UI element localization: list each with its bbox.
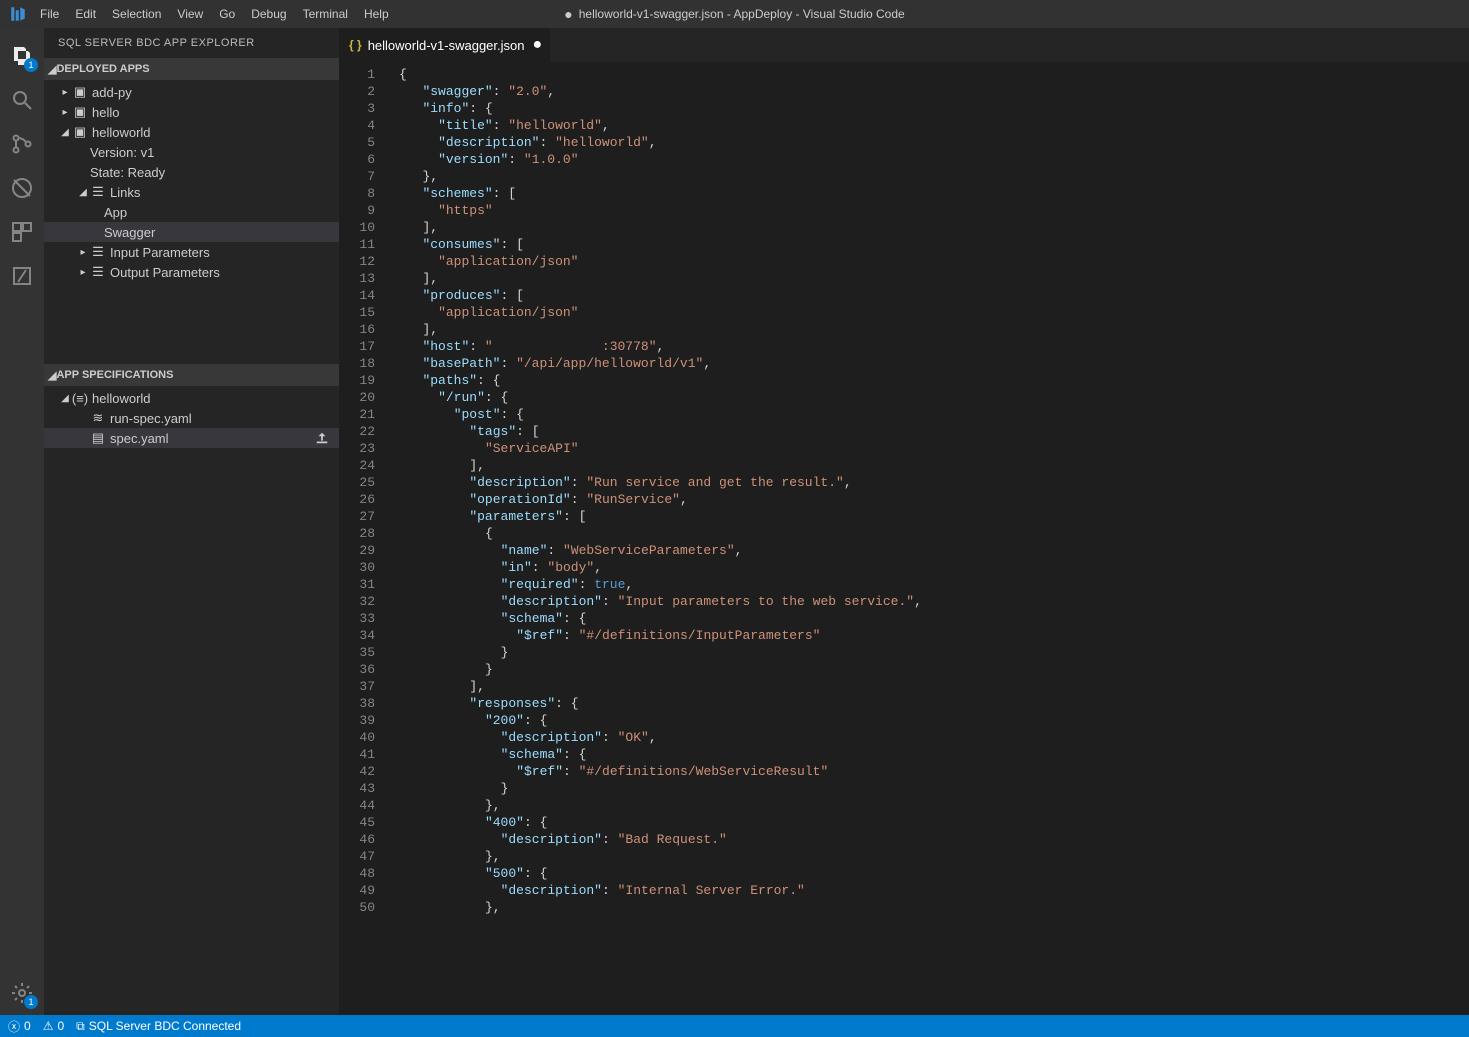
chevron-right-icon: ▸ [76,267,90,278]
activity-search[interactable] [0,78,44,122]
menu-file[interactable]: File [32,3,67,25]
yaml-file-icon: ≋ [90,410,106,426]
status-warning-count: 0 [57,1019,64,1033]
app-icon: ▣ [72,104,88,120]
sidebar: SQL SERVER BDC APP EXPLORER ◢ DEPLOYED A… [44,28,339,1015]
section-specs-label: APP SPECIFICATIONS [56,369,173,381]
status-connection[interactable]: ⧉ SQL Server BDC Connected [76,1019,241,1034]
code-content[interactable]: { "swagger": "2.0", "info": { "title": "… [389,62,1469,1015]
menu-view[interactable]: View [169,3,211,25]
chevron-down-icon: ◢ [48,63,56,76]
tree-item-add-py[interactable]: ▸ ▣ add-py [44,82,339,102]
activity-extensions[interactable] [0,210,44,254]
sidebar-title: SQL SERVER BDC APP EXPLORER [44,28,339,58]
tree-item-spec-helloworld[interactable]: ◢ (≡) helloworld [44,388,339,408]
status-errors[interactable]: ⓧ 0 [8,1018,31,1035]
yaml-file-icon: ▤ [90,430,106,446]
tree-item-spec-yaml[interactable]: ▤ spec.yaml [44,428,339,448]
chevron-down-icon: ◢ [76,187,90,198]
status-connection-text: SQL Server BDC Connected [89,1019,241,1033]
error-icon: ⓧ [8,1018,20,1035]
menu-help[interactable]: Help [356,3,397,25]
activity-bar: 1 1 [0,28,44,1015]
dirty-indicator-icon: ● [564,6,572,22]
chevron-down-icon: ◢ [58,393,72,404]
tab-dirty-icon: ● [533,36,543,54]
chevron-right-icon: ▸ [58,87,72,98]
chevron-down-icon: ◢ [58,127,72,138]
tree-item-input-params[interactable]: ▸ ☰ Input Parameters [44,242,339,262]
window-title-text: helloworld-v1-swagger.json - AppDeploy -… [579,7,905,21]
activity-debug[interactable] [0,166,44,210]
app-icon: ▣ [72,84,88,100]
activity-scm[interactable] [0,122,44,166]
tree-item-helloworld[interactable]: ◢ ▣ helloworld [44,122,339,142]
list-icon: ☰ [90,244,106,260]
section-app-specs[interactable]: ◢ APP SPECIFICATIONS [44,364,339,386]
tree-item-link-app[interactable]: App [44,202,339,222]
json-file-icon: { } [349,38,362,52]
tree-item-output-params[interactable]: ▸ ☰ Output Parameters [44,262,339,282]
editor-group: { } helloworld-v1-swagger.json ● 1234567… [339,28,1469,1015]
menu-selection[interactable]: Selection [104,3,169,25]
namespace-icon: (≡) [72,391,88,406]
explorer-badge: 1 [24,58,38,72]
status-error-count: 0 [24,1019,31,1033]
app-icon: ▣ [72,124,88,140]
deploy-action-icon[interactable] [315,431,339,445]
section-deployed-apps[interactable]: ◢ DEPLOYED APPS [44,58,339,80]
chevron-down-icon: ◢ [48,369,56,382]
tab-bar: { } helloworld-v1-swagger.json ● [339,28,1469,62]
tree-item-version[interactable]: Version: v1 [44,142,339,162]
status-bar: ⓧ 0 ⚠ 0 ⧉ SQL Server BDC Connected [0,1015,1469,1037]
tree-item-hello[interactable]: ▸ ▣ hello [44,102,339,122]
status-warnings[interactable]: ⚠ 0 [43,1019,64,1033]
tree-item-links[interactable]: ◢ ☰ Links [44,182,339,202]
tree-item-state[interactable]: State: Ready [44,162,339,182]
chevron-right-icon: ▸ [58,107,72,118]
menu-debug[interactable]: Debug [243,3,294,25]
code-editor[interactable]: 1234567891011121314151617181920212223242… [339,62,1469,1015]
menu-go[interactable]: Go [211,3,243,25]
list-icon: ☰ [90,264,106,280]
link-icon: ⧉ [76,1019,85,1034]
chevron-right-icon: ▸ [76,247,90,258]
app-logo-icon [8,4,28,24]
editor-tab[interactable]: { } helloworld-v1-swagger.json ● [339,28,551,62]
tab-label: helloworld-v1-swagger.json [368,38,525,53]
list-icon: ☰ [90,184,106,200]
activity-notebook[interactable] [0,254,44,298]
section-deployed-label: DEPLOYED APPS [56,63,149,75]
line-gutter: 1234567891011121314151617181920212223242… [339,62,389,1015]
warning-icon: ⚠ [43,1019,54,1033]
window-title: ● helloworld-v1-swagger.json - AppDeploy… [564,6,904,22]
settings-badge: 1 [24,995,38,1009]
tree-item-link-swagger[interactable]: Swagger [44,222,339,242]
menu-terminal[interactable]: Terminal [295,3,356,25]
tree-item-run-spec[interactable]: ≋ run-spec.yaml [44,408,339,428]
menu-edit[interactable]: Edit [67,3,104,25]
title-bar: File Edit Selection View Go Debug Termin… [0,0,1469,28]
activity-settings[interactable]: 1 [0,971,44,1015]
activity-explorer[interactable]: 1 [0,34,44,78]
